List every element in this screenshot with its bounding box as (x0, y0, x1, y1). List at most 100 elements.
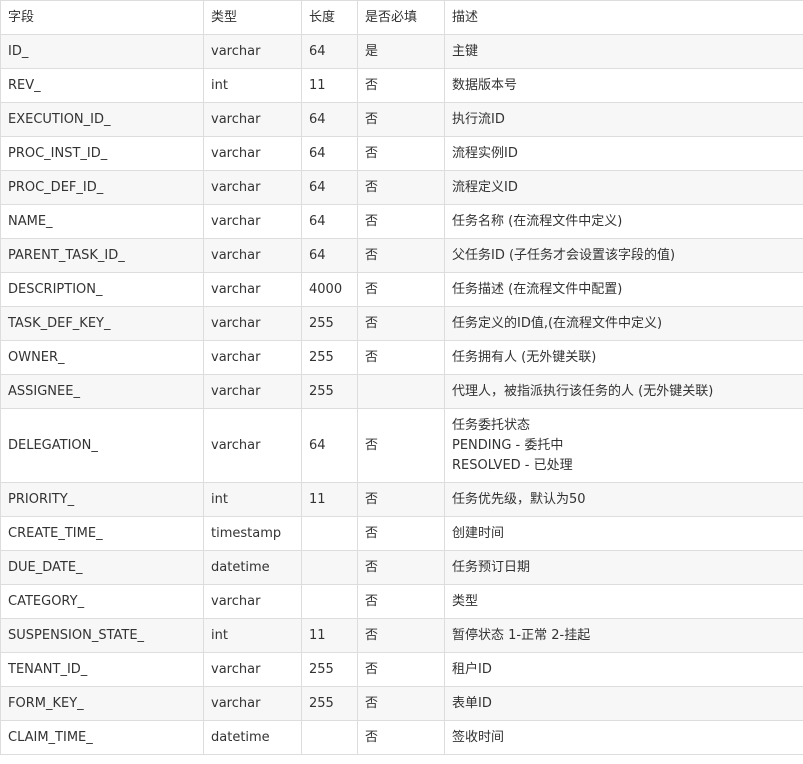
header-type: 类型 (203, 0, 302, 35)
cell-description: 创建时间 (444, 516, 803, 551)
cell-field: PROC_INST_ID_ (0, 136, 204, 171)
cell-field: ASSIGNEE_ (0, 374, 204, 409)
table-row: EXECUTION_ID_ varchar 64 否执行流ID (0, 102, 803, 137)
table-header: 字段 类型 长度 是否必填 描述 (0, 0, 803, 35)
cell-description: 租户ID (444, 652, 803, 687)
description-line: 任务委托状态 (452, 417, 531, 433)
description-line: 暂停状态 1-正常 2-挂起 (452, 627, 591, 643)
header-description: 描述 (444, 0, 803, 35)
cell-required: 否 (357, 720, 445, 755)
cell-type: varchar (203, 238, 302, 273)
description-line: 流程定义ID (452, 179, 518, 195)
cell-description: 主键 (444, 34, 803, 69)
cell-required: 否 (357, 550, 445, 585)
cell-length: 11 (301, 482, 358, 517)
cell-required: 否 (357, 102, 445, 137)
table-row: CLAIM_TIME_ datetime 否签收时间 (0, 720, 803, 755)
cell-field: DESCRIPTION_ (0, 272, 204, 307)
cell-type: varchar (203, 408, 302, 483)
table-row: DUE_DATE_ datetime 否任务预订日期 (0, 550, 803, 585)
cell-type: varchar (203, 306, 302, 341)
description-line: 类型 (452, 593, 479, 609)
table-row: TENANT_ID_ varchar 255 否租户ID (0, 652, 803, 687)
description-line: PENDING - 委托中 (452, 437, 564, 453)
table-row: OWNER_ varchar 255 否任务拥有人 (无外键关联) (0, 340, 803, 375)
cell-field: TENANT_ID_ (0, 652, 204, 687)
cell-required: 否 (357, 516, 445, 551)
table-row: CREATE_TIME_ timestamp 否创建时间 (0, 516, 803, 551)
table-row: PARENT_TASK_ID_ varchar 64 否父任务ID (子任务才会设置该… (0, 238, 803, 273)
header-required: 是否必填 (357, 0, 445, 35)
cell-required: 否 (357, 482, 445, 517)
cell-type: varchar (203, 686, 302, 721)
header-length: 长度 (301, 0, 358, 35)
description-line: 父任务ID (子任务才会设置该字段的值) (452, 247, 676, 263)
description-line: 任务优先级，默认为50 (452, 491, 586, 507)
cell-length: 64 (301, 408, 358, 483)
cell-description: 签收时间 (444, 720, 803, 755)
cell-field: PARENT_TASK_ID_ (0, 238, 204, 273)
cell-required: 否 (357, 136, 445, 171)
cell-description: 执行流ID (444, 102, 803, 137)
description-line: 创建时间 (452, 525, 505, 541)
cell-required: 是 (357, 34, 445, 69)
description-line: 签收时间 (452, 729, 505, 745)
cell-required: 否 (357, 408, 445, 483)
table-row: PROC_INST_ID_ varchar 64 否流程实例ID (0, 136, 803, 171)
cell-field: TASK_DEF_KEY_ (0, 306, 204, 341)
description-line: 代理人，被指派执行该任务的人 (无外键关联) (452, 383, 714, 399)
cell-field: CREATE_TIME_ (0, 516, 204, 551)
description-line: 任务预订日期 (452, 559, 531, 575)
cell-required: 否 (357, 170, 445, 205)
cell-description: 任务优先级，默认为50 (444, 482, 803, 517)
cell-field: DUE_DATE_ (0, 550, 204, 585)
cell-length: 255 (301, 374, 358, 409)
cell-description: 暂停状态 1-正常 2-挂起 (444, 618, 803, 653)
cell-description: 任务委托状态 PENDING - 委托中 RESOLVED - 已处理 (444, 408, 803, 483)
cell-length: 64 (301, 34, 358, 69)
table-row: FORM_KEY_ varchar 255 否表单ID (0, 686, 803, 721)
table-row: ASSIGNEE_ varchar 255 代理人，被指派执行该任务的人 (无外键关联… (0, 374, 803, 409)
cell-type: varchar (203, 652, 302, 687)
description-line: 流程实例ID (452, 145, 518, 161)
cell-type: int (203, 482, 302, 517)
cell-description: 任务预订日期 (444, 550, 803, 585)
cell-length: 64 (301, 204, 358, 239)
cell-field: EXECUTION_ID_ (0, 102, 204, 137)
cell-field: ID_ (0, 34, 204, 69)
cell-length: 255 (301, 686, 358, 721)
cell-type: varchar (203, 204, 302, 239)
cell-length: 4000 (301, 272, 358, 307)
cell-type: varchar (203, 272, 302, 307)
cell-required: 否 (357, 340, 445, 375)
cell-required: 否 (357, 584, 445, 619)
description-line: RESOLVED - 已处理 (452, 457, 573, 473)
cell-field: CLAIM_TIME_ (0, 720, 204, 755)
table-row: DESCRIPTION_ varchar 4000 否任务描述 (在流程文件中配置) (0, 272, 803, 307)
cell-description: 代理人，被指派执行该任务的人 (无外键关联) (444, 374, 803, 409)
table-row: TASK_DEF_KEY_ varchar 255 否任务定义的ID值,(在流程文件中… (0, 306, 803, 341)
cell-description: 流程定义ID (444, 170, 803, 205)
field-table: 字段 类型 长度 是否必填 描述 ID_ varchar 64 是主键 REV_ int 1… (0, 0, 803, 755)
cell-description: 任务拥有人 (无外键关联) (444, 340, 803, 375)
cell-required: 否 (357, 652, 445, 687)
table-body: ID_ varchar 64 是主键 REV_ int 11 否数据版本号 EXECUTION_… (0, 34, 803, 755)
cell-required: 否 (357, 306, 445, 341)
cell-field: PRIORITY_ (0, 482, 204, 517)
cell-description: 表单ID (444, 686, 803, 721)
cell-type: timestamp (203, 516, 302, 551)
cell-description: 流程实例ID (444, 136, 803, 171)
cell-length: 255 (301, 306, 358, 341)
cell-length (301, 720, 358, 755)
cell-length (301, 550, 358, 585)
description-line: 任务定义的ID值,(在流程文件中定义) (452, 315, 663, 331)
description-line: 任务拥有人 (无外键关联) (452, 349, 597, 365)
description-line: 租户ID (452, 661, 492, 677)
table-row: PRIORITY_ int 11 否任务优先级，默认为50 (0, 482, 803, 517)
cell-length: 64 (301, 238, 358, 273)
cell-description: 任务描述 (在流程文件中配置) (444, 272, 803, 307)
description-line: 主键 (452, 43, 479, 59)
cell-description: 数据版本号 (444, 68, 803, 103)
cell-type: varchar (203, 102, 302, 137)
cell-length: 64 (301, 136, 358, 171)
